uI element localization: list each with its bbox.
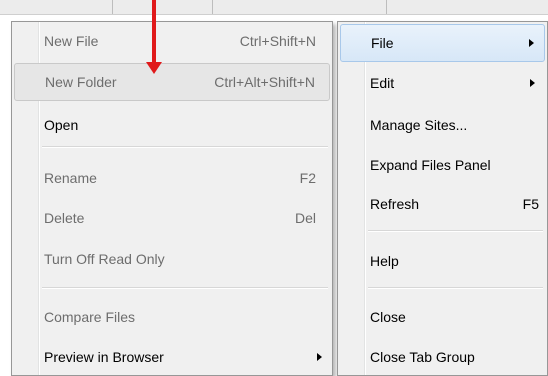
annotation-arrow-shaft [152,0,156,64]
toolbar-divider [112,0,113,14]
menu-item-manage-sites[interactable]: Manage Sites... [340,106,545,144]
menu-item-expand-files-panel[interactable]: Expand Files Panel [340,146,545,184]
menu-item-label: Refresh [370,196,420,212]
menu-item-new-file[interactable]: New File Ctrl+Shift+N [14,22,330,60]
menu-item-new-folder[interactable]: New Folder Ctrl+Alt+Shift+N [14,63,330,101]
toolbar-divider [386,0,387,14]
menu-item-shortcut: Ctrl+Shift+N [239,33,316,49]
menu-item-label: Turn Off Read Only [44,251,165,267]
menu-item-turn-off-read-only[interactable]: Turn Off Read Only [14,240,330,278]
submenu-arrow-icon [529,39,534,47]
menu-item-compare-files[interactable]: Compare Files [14,298,330,336]
file-submenu: New File Ctrl+Shift+N New Folder Ctrl+Al… [11,21,333,376]
menu-item-shortcut: F2 [299,170,316,186]
files-panel-context-menu: File Edit Manage Sites... Expand Files P… [337,21,548,376]
menu-item-shortcut: F5 [522,196,539,212]
menu-item-label: Preview in Browser [44,349,164,365]
menu-item-close[interactable]: Close [340,298,545,336]
menu-item-label: New File [44,33,99,49]
menu-item-close-tab-group[interactable]: Close Tab Group [340,338,545,376]
menu-item-preview-in-browser[interactable]: Preview in Browser [14,338,330,376]
menu-item-rename[interactable]: Rename F2 [14,159,330,197]
menu-item-label: New Folder [45,74,117,90]
menu-item-label: Compare Files [44,309,136,325]
menu-item-file[interactable]: File [340,24,545,62]
menu-item-help[interactable]: Help [340,242,545,280]
menu-item-edit[interactable]: Edit [340,64,545,102]
menu-item-label: File [371,35,394,51]
annotation-arrow-head-icon [146,62,162,74]
background-toolbar-strip [0,0,548,15]
submenu-arrow-icon [317,353,322,361]
menu-item-label: Expand Files Panel [370,157,491,173]
menu-item-label: Rename [44,170,97,186]
menu-item-label: Manage Sites... [370,117,468,133]
menu-separator [42,287,328,289]
menu-item-label: Open [44,117,79,133]
menu-separator [368,230,543,232]
submenu-arrow-icon [530,79,535,87]
menu-item-shortcut: Del [294,210,316,226]
menu-separator [42,146,328,148]
menu-item-label: Help [370,253,399,269]
menu-item-delete[interactable]: Delete Del [14,199,330,237]
toolbar-divider [212,0,213,14]
menu-item-label: Close [370,309,406,325]
menu-item-shortcut: Ctrl+Alt+Shift+N [214,74,315,90]
menu-separator [368,287,543,289]
menu-item-refresh[interactable]: Refresh F5 [340,185,545,223]
menu-item-label: Edit [370,75,395,91]
menu-item-label: Delete [44,210,85,226]
menu-item-label: Close Tab Group [370,349,475,365]
menu-item-open[interactable]: Open [14,106,330,144]
